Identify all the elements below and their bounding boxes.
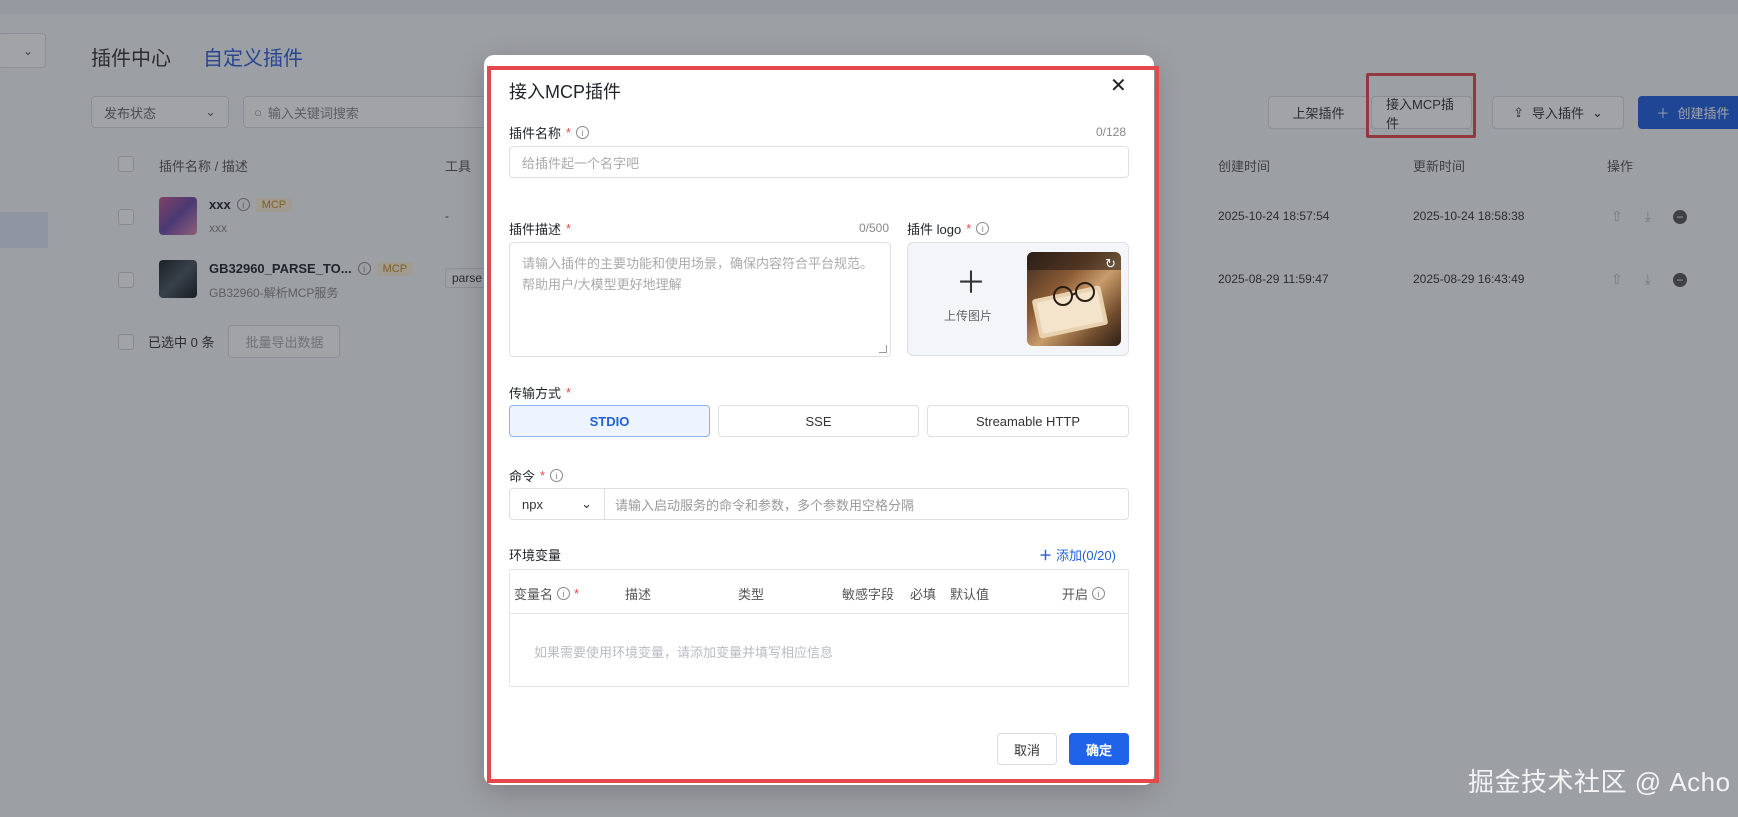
desc-label-text: 插件描述	[509, 222, 562, 237]
env-col-enabled-text: 开启	[1062, 587, 1089, 602]
plus-icon: ＋	[1039, 548, 1053, 563]
env-col-required: 必填	[910, 587, 937, 602]
refresh-icon[interactable]: ↻	[1105, 256, 1116, 272]
command-placeholder: 请输入启动服务的命令和参数，多个参数用空格分隔	[615, 497, 915, 513]
transport-option-streamable-http[interactable]: Streamable HTTP	[927, 405, 1129, 437]
add-env-button[interactable]: ＋ 添加(0/20)	[1039, 545, 1116, 564]
logo-preview-image[interactable]: ↻	[1027, 252, 1121, 346]
env-col-name: 变量名 i *	[514, 584, 579, 603]
add-env-label: 添加(0/20)	[1056, 548, 1116, 563]
info-icon: i	[976, 222, 990, 235]
cancel-button[interactable]: 取消	[997, 733, 1057, 765]
command-select[interactable]: npx ⌄	[510, 489, 605, 519]
desc-placeholder-line1: 请输入插件的主要功能和使用场景，确保内容符合平台规范。	[522, 256, 874, 271]
env-col-default: 默认值	[950, 587, 990, 602]
plugin-name-input[interactable]: 给插件起一个名字吧	[509, 146, 1129, 178]
logo-label: 插件 logo * i	[907, 219, 990, 238]
dialog-title: 接入MCP插件	[509, 82, 621, 102]
chevron-down-icon: ⌄	[581, 496, 592, 511]
logo-label-text: 插件 logo	[907, 222, 962, 237]
desc-label: 插件描述 *	[509, 219, 571, 238]
name-label-text: 插件名称	[509, 126, 562, 141]
name-counter: 0/128	[1096, 125, 1127, 139]
name-placeholder: 给插件起一个名字吧	[522, 155, 640, 171]
env-empty-text: 如果需要使用环境变量，请添加变量并填写相应信息	[534, 645, 834, 660]
plus-icon: ＋	[956, 267, 986, 300]
info-icon: i	[1092, 587, 1106, 600]
info-icon: i	[550, 469, 564, 482]
env-col-sensitive: 敏感字段	[842, 587, 895, 602]
env-table: 变量名 i * 描述 类型 敏感字段 必填 默认值 开启 i 如果需要使用环境变量，请…	[509, 569, 1129, 687]
command-input[interactable]: 请输入启动服务的命令和参数，多个参数用空格分隔	[605, 495, 1128, 514]
logo-upload[interactable]: ＋ 上传图片 ↻	[907, 242, 1129, 356]
command-label: 命令 * i	[509, 466, 564, 485]
required-mark: *	[566, 385, 572, 400]
env-table-header: 变量名 i * 描述 类型 敏感字段 必填 默认值 开启 i	[510, 570, 1128, 614]
confirm-button[interactable]: 确定	[1069, 733, 1129, 765]
desc-counter: 0/500	[859, 221, 890, 235]
command-label-text: 命令	[509, 469, 536, 484]
transport-option-stdio[interactable]: STDIO	[509, 405, 710, 437]
env-col-name-text: 变量名	[514, 587, 554, 602]
info-icon: i	[557, 587, 571, 600]
required-mark: *	[540, 468, 546, 483]
env-label-text: 环境变量	[509, 548, 562, 563]
command-select-value: npx	[522, 496, 543, 512]
transport-label-text: 传输方式	[509, 386, 562, 401]
transport-label: 传输方式 *	[509, 383, 571, 402]
required-mark: *	[966, 221, 972, 236]
plugin-desc-textarea[interactable]: 请输入插件的主要功能和使用场景，确保内容符合平台规范。 帮助用户/大模型更好地理…	[509, 242, 891, 357]
upload-text: 上传图片	[944, 309, 993, 323]
watermark: 掘金技术社区 @ Acho	[1468, 767, 1731, 797]
required-mark: *	[574, 586, 580, 601]
info-icon: i	[576, 126, 590, 139]
env-label: 环境变量	[509, 545, 561, 564]
env-col-enabled: 开启 i	[1062, 584, 1106, 603]
required-mark: *	[566, 221, 572, 236]
desc-placeholder-line2: 帮助用户/大模型更好地理解	[522, 277, 682, 292]
command-field: npx ⌄ 请输入启动服务的命令和参数，多个参数用空格分隔	[509, 488, 1129, 520]
transport-option-sse[interactable]: SSE	[718, 405, 919, 437]
env-col-type: 类型	[738, 587, 765, 602]
resize-handle[interactable]	[879, 345, 887, 353]
env-col-desc: 描述	[625, 587, 652, 602]
close-icon[interactable]: ✕	[1110, 76, 1127, 96]
required-mark: *	[566, 125, 572, 140]
name-label: 插件名称 * i	[509, 123, 590, 142]
